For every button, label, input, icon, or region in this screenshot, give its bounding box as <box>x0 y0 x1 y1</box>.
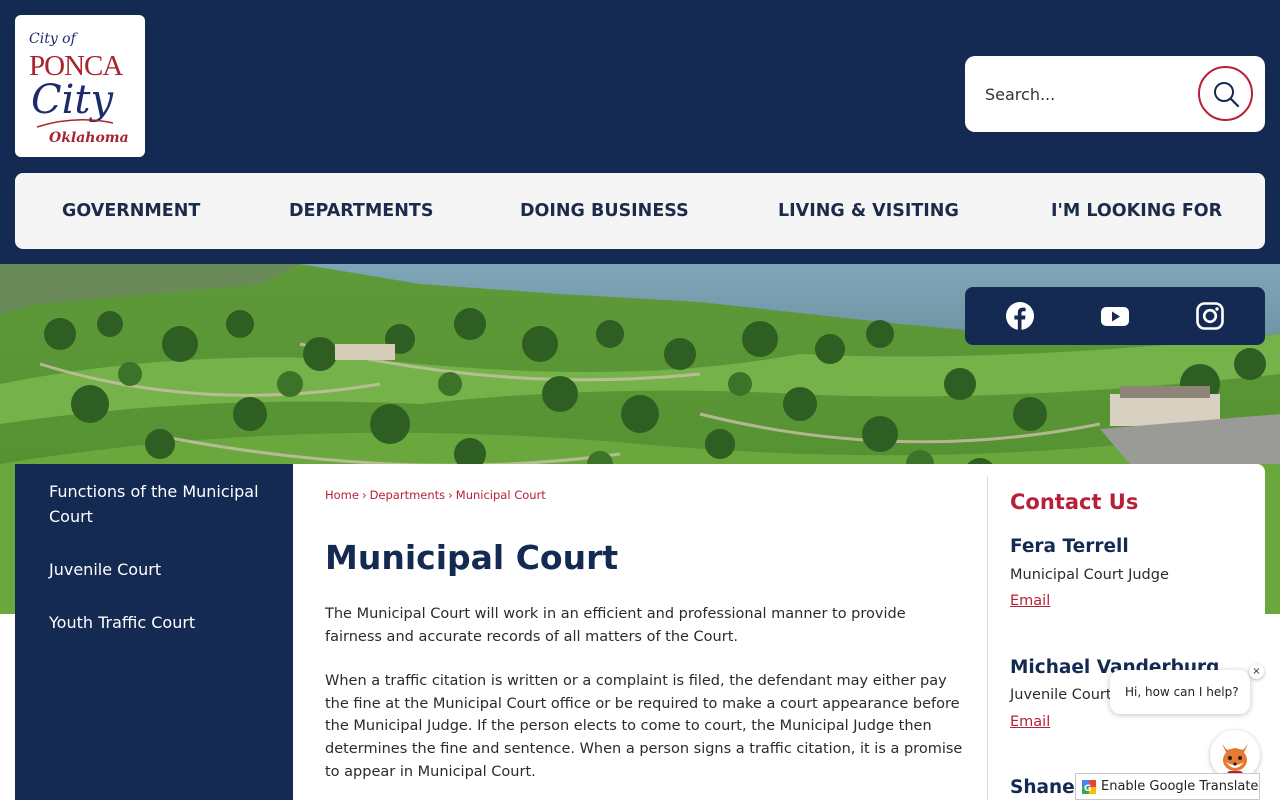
chat-close-button[interactable]: × <box>1249 664 1264 679</box>
breadcrumb-current[interactable]: Municipal Court <box>456 488 546 502</box>
main-navigation: GOVERNMENT DEPARTMENTS DOING BUSINESS LI… <box>15 173 1265 249</box>
chat-greeting-bubble[interactable]: Hi, how can I help? <box>1110 670 1250 714</box>
contact-email-link[interactable]: Email <box>1010 593 1050 609</box>
sidebar-item-youth-traffic-court[interactable]: Youth Traffic Court <box>49 610 269 635</box>
instagram-icon[interactable] <box>1195 301 1225 331</box>
breadcrumb-separator: › <box>448 488 453 502</box>
svg-text:G: G <box>1084 784 1091 794</box>
nav-departments[interactable]: DEPARTMENTS <box>289 173 433 249</box>
nav-living-visiting[interactable]: LIVING & VISITING <box>778 173 959 249</box>
sidebar-item-functions[interactable]: Functions of the Municipal Court <box>49 479 269 529</box>
contact-us-heading: Contact Us <box>1010 490 1139 514</box>
page-title: Municipal Court <box>325 538 619 577</box>
traffic-citation-paragraph: When a traffic citation is written or a … <box>325 673 963 780</box>
breadcrumb-home[interactable]: Home <box>325 488 359 502</box>
search-input[interactable] <box>979 74 1189 114</box>
google-translate-button[interactable]: G Enable Google Translate <box>1075 773 1260 800</box>
nav-government[interactable]: GOVERNMENT <box>62 173 200 249</box>
translate-label: Enable Google Translate <box>1101 779 1259 794</box>
breadcrumb-separator: › <box>361 488 367 502</box>
facebook-icon[interactable] <box>1005 301 1035 331</box>
logo-oklahoma: Oklahoma <box>49 130 129 146</box>
breadcrumb: Home › Departments › Municipal Court <box>325 488 546 502</box>
sidebar-item-juvenile-court[interactable]: Juvenile Court <box>49 557 269 582</box>
main-content: Home › Departments › Municipal Court Municip… <box>293 464 987 800</box>
google-translate-icon: G <box>1082 780 1096 794</box>
contact-role: Municipal Court Judge <box>1010 567 1169 583</box>
nav-doing-business[interactable]: DOING BUSINESS <box>520 173 689 249</box>
logo-city-of: City of <box>29 31 79 47</box>
section-sidebar: Functions of the Municipal Court Juvenil… <box>15 464 293 800</box>
social-media-bar <box>965 287 1265 345</box>
city-logo-image: City of PONCA City Oklahoma <box>29 31 129 146</box>
contact-name: Fera Terrell <box>1010 536 1129 557</box>
contact-role: Juvenile Court <box>1010 687 1112 703</box>
intro-paragraph: The Municipal Court will work in an effi… <box>325 606 906 645</box>
search-icon <box>1213 81 1239 107</box>
contact-name: Shane <box>1010 777 1075 798</box>
city-logo[interactable]: City of PONCA City Oklahoma <box>15 15 145 157</box>
panel-divider <box>987 476 988 800</box>
site-header: City of PONCA City Oklahoma GOVERNMENT D… <box>0 0 1280 264</box>
search-button[interactable] <box>1198 66 1253 121</box>
search-box <box>965 56 1265 132</box>
youtube-icon[interactable] <box>1100 301 1130 331</box>
logo-city: City <box>31 77 114 123</box>
contact-email-link[interactable]: Email <box>1010 714 1050 730</box>
breadcrumb-departments[interactable]: Departments <box>370 488 446 502</box>
nav-im-looking-for[interactable]: I'M LOOKING FOR <box>1051 173 1222 249</box>
